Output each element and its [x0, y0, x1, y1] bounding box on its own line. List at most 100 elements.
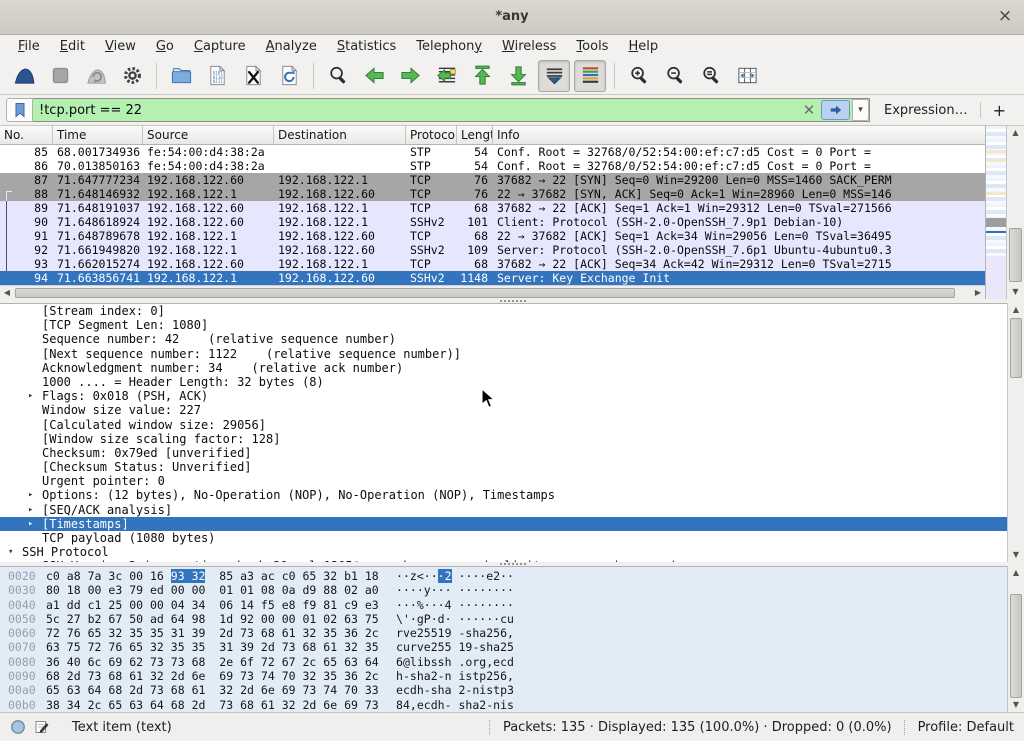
toolbar-go-last-button[interactable]	[502, 60, 534, 92]
detail-line[interactable]: Sequence number: 42 (relative sequence n…	[0, 332, 1007, 346]
toolbar-start-capture-button[interactable]	[8, 60, 40, 92]
scrollbar-thumb[interactable]	[1009, 228, 1022, 282]
packet-list-hscrollbar[interactable]: ◀ ▶	[0, 285, 985, 300]
display-filter-input[interactable]	[33, 102, 799, 119]
toolbar-go-forward-button[interactable]	[394, 60, 426, 92]
close-window-button[interactable]: ×	[996, 7, 1014, 25]
scrollbar-thumb[interactable]	[1010, 318, 1022, 378]
toolbar-zoom-out-button[interactable]	[659, 60, 691, 92]
detail-line[interactable]: Window size value: 227	[0, 403, 1007, 417]
hex-row-00b0[interactable]: 00b038 34 2c 65 63 64 68 2d 73 68 61 32 …	[0, 698, 1007, 712]
hex-row-0030[interactable]: 003080 18 00 e3 79 ed 00 00 01 01 08 0a …	[0, 583, 1007, 597]
scrollbar-thumb[interactable]	[1010, 594, 1022, 698]
add-filter-button[interactable]: +	[981, 101, 1018, 120]
packet-row-92[interactable]: 9271.661949820192.168.122.1192.168.122.6…	[0, 243, 985, 257]
hex-row-0070[interactable]: 007063 75 72 76 65 32 35 35 31 39 2d 73 …	[0, 640, 1007, 654]
capture-comment-button[interactable]	[34, 719, 50, 735]
toolbar-stop-capture-button[interactable]	[44, 60, 76, 92]
column-header-destination[interactable]: Destination	[274, 126, 406, 144]
collapse-icon[interactable]: ▾	[8, 545, 13, 559]
toolbar-zoom-in-button[interactable]	[623, 60, 655, 92]
menu-item-go[interactable]: Go	[146, 37, 184, 56]
hex-row-0050[interactable]: 00505c 27 b2 67 50 ad 64 98 1d 92 00 00 …	[0, 612, 1007, 626]
packet-row-91[interactable]: 9171.648789678192.168.122.1192.168.122.6…	[0, 229, 985, 243]
pane-splitter[interactable]	[500, 563, 526, 565]
detail-line[interactable]: [Next sequence number: 1122 (relative se…	[0, 347, 1007, 361]
bytes-vscrollbar[interactable]: ▲ ▼	[1007, 566, 1024, 712]
scrollbar-thumb[interactable]	[15, 288, 955, 298]
menu-item-file[interactable]: File	[8, 37, 50, 56]
apply-filter-button[interactable]	[821, 100, 850, 120]
packet-list-minimap[interactable]	[985, 126, 1006, 299]
detail-line[interactable]: [Window size scaling factor: 128]	[0, 432, 1007, 446]
toolbar-go-first-button[interactable]	[466, 60, 498, 92]
menu-item-wireless[interactable]: Wireless	[492, 37, 566, 56]
toolbar-zoom-reset-button[interactable]	[695, 60, 727, 92]
packet-row-94[interactable]: 9471.663856741192.168.122.1192.168.122.6…	[0, 271, 985, 285]
detail-line[interactable]: [TCP Segment Len: 1080]	[0, 318, 1007, 332]
expand-icon[interactable]: ▸	[28, 488, 33, 502]
scroll-down-icon[interactable]: ▼	[1007, 285, 1024, 299]
detail-line[interactable]: Checksum: 0x79ed [unverified]	[0, 446, 1007, 460]
toolbar-save-file-button[interactable]: 010101100111	[201, 60, 233, 92]
detail-line[interactable]: 1000 .... = Header Length: 32 bytes (8)	[0, 375, 1007, 389]
detail-line[interactable]: Urgent pointer: 0	[0, 474, 1007, 488]
scroll-up-icon[interactable]: ▲	[1008, 303, 1024, 317]
detail-line[interactable]: ▾SSH Protocol	[0, 545, 1007, 559]
packet-row-89[interactable]: 8971.648191037192.168.122.60192.168.122.…	[0, 201, 985, 215]
toolbar-open-file-button[interactable]	[165, 60, 197, 92]
column-header-protocol[interactable]: Protocol	[406, 126, 457, 144]
filter-history-dropdown[interactable]: ▾	[852, 99, 869, 121]
packet-row-87[interactable]: 8771.647777234192.168.122.60192.168.122.…	[0, 173, 985, 187]
detail-line[interactable]: ▸[Timestamps]	[0, 517, 1007, 531]
toolbar-restart-capture-button[interactable]	[80, 60, 112, 92]
clear-filter-icon[interactable]: ✕	[799, 101, 819, 119]
scroll-up-icon[interactable]: ▲	[1008, 566, 1024, 580]
packet-row-85[interactable]: 8568.001734936fe:54:00:d4:38:2aSTP54Conf…	[0, 145, 985, 159]
packet-row-93[interactable]: 9371.662015274192.168.122.60192.168.122.…	[0, 257, 985, 271]
scroll-right-icon[interactable]: ▶	[971, 286, 985, 300]
expand-icon[interactable]: ▸	[28, 503, 33, 517]
details-vscrollbar[interactable]: ▲ ▼	[1007, 303, 1024, 562]
menu-item-analyze[interactable]: Analyze	[256, 37, 327, 56]
expression-button[interactable]: Expression…	[870, 103, 980, 118]
menu-item-view[interactable]: View	[95, 37, 146, 56]
hex-row-00a0[interactable]: 00a065 63 64 68 2d 73 68 61 32 2d 6e 69 …	[0, 683, 1007, 697]
hex-row-0040[interactable]: 0040a1 dd c1 25 00 00 04 34 06 14 f5 e8 …	[0, 598, 1007, 612]
pane-splitter[interactable]	[500, 300, 526, 302]
column-header-no[interactable]: No.	[0, 126, 53, 144]
toolbar-reload-file-button[interactable]	[273, 60, 305, 92]
menu-item-telephony[interactable]: Telephony	[406, 37, 492, 56]
scroll-left-icon[interactable]: ◀	[0, 286, 14, 300]
scroll-down-icon[interactable]: ▼	[1008, 698, 1024, 712]
toolbar-auto-scroll-button[interactable]	[538, 60, 570, 92]
detail-line[interactable]: [Calculated window size: 29056]	[0, 418, 1007, 432]
menu-item-capture[interactable]: Capture	[184, 37, 256, 56]
detail-line[interactable]: ▸[SEQ/ACK analysis]	[0, 503, 1007, 517]
toolbar-capture-options-button[interactable]	[116, 60, 148, 92]
toolbar-find-packet-button[interactable]	[322, 60, 354, 92]
toolbar-go-to-packet-button[interactable]	[430, 60, 462, 92]
toolbar-colorize-button[interactable]	[574, 60, 606, 92]
detail-line[interactable]: ▸SSH Version 2 (encryption:chacha20-poly…	[0, 559, 1007, 562]
menu-item-help[interactable]: Help	[618, 37, 668, 56]
menu-item-tools[interactable]: Tools	[566, 37, 618, 56]
detail-line[interactable]: [Stream index: 0]	[0, 304, 1007, 318]
detail-line[interactable]: ▸Flags: 0x018 (PSH, ACK)	[0, 389, 1007, 403]
expert-info-button[interactable]	[10, 719, 26, 735]
column-header-length[interactable]: Length	[457, 126, 493, 144]
packet-row-86[interactable]: 8670.013850163fe:54:00:d4:38:2aSTP54Conf…	[0, 159, 985, 173]
packet-list-vscrollbar[interactable]: ▲ ▼	[1006, 126, 1024, 299]
hex-row-0060[interactable]: 006072 76 65 32 35 35 31 39 2d 73 68 61 …	[0, 626, 1007, 640]
detail-line[interactable]: [Checksum Status: Unverified]	[0, 460, 1007, 474]
scroll-down-icon[interactable]: ▼	[1008, 548, 1024, 562]
filter-bookmark-button[interactable]	[6, 98, 33, 122]
packet-row-88[interactable]: 8871.648146932192.168.122.1192.168.122.6…	[0, 187, 985, 201]
toolbar-close-file-button[interactable]	[237, 60, 269, 92]
hex-row-0090[interactable]: 009068 2d 73 68 61 32 2d 6e 69 73 74 70 …	[0, 669, 1007, 683]
expand-icon[interactable]: ▸	[28, 389, 33, 403]
column-header-info[interactable]: Info	[493, 126, 985, 144]
toolbar-go-back-button[interactable]	[358, 60, 390, 92]
toolbar-resize-columns-button[interactable]	[731, 60, 763, 92]
expand-icon[interactable]: ▸	[28, 517, 33, 531]
